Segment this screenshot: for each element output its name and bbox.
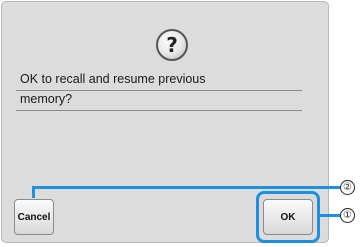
callout-marker-1: ① (340, 208, 355, 223)
message-line-1: OK to recall and resume previous (16, 71, 302, 91)
question-mark-icon: ? (156, 29, 188, 61)
cancel-callout-line-horizontal (32, 186, 340, 189)
question-mark-glyph: ? (166, 33, 178, 57)
cancel-callout-line-vertical (32, 186, 35, 198)
ok-callout-line (318, 214, 340, 217)
ok-button[interactable]: OK (263, 199, 313, 235)
callout-marker-2: ② (340, 180, 355, 195)
cancel-button[interactable]: Cancel (14, 199, 54, 235)
message-line-2: memory? (16, 91, 302, 111)
dialog-message: OK to recall and resume previous memory? (16, 71, 302, 111)
confirm-dialog: ? OK to recall and resume previous memor… (1, 1, 329, 243)
